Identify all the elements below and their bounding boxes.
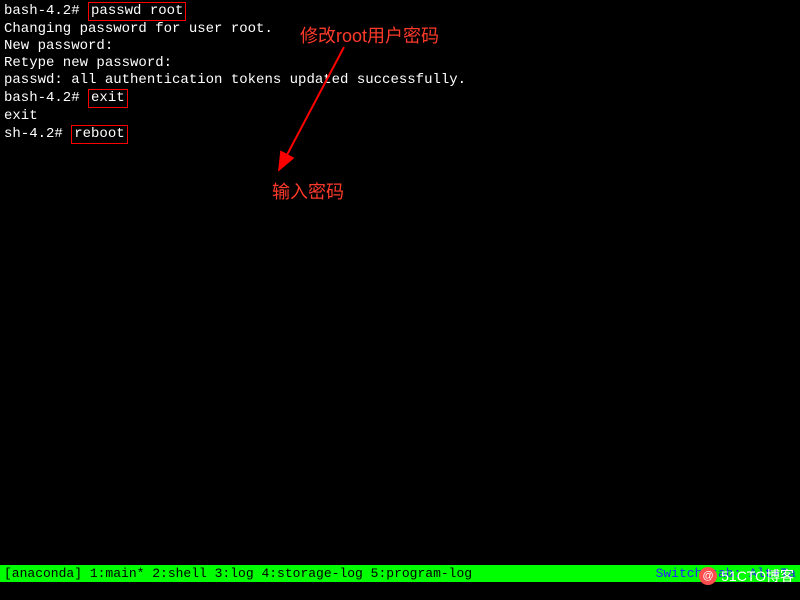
watermark-icon: @: [699, 567, 717, 585]
watermark: @ 51CTO博客: [699, 566, 794, 586]
watermark-text: 51CTO博客: [721, 566, 794, 586]
terminal-line: bash-4.2# passwd root: [4, 2, 796, 21]
terminal-line: bash-4.2# exit: [4, 89, 796, 108]
annotation-label: 输入密码: [272, 178, 344, 204]
terminal-line: sh-4.2# reboot: [4, 125, 796, 144]
command-highlight: passwd root: [88, 2, 186, 21]
shell-prompt: bash-4.2#: [4, 90, 88, 107]
tmux-status-bar: [anaconda] 1:main* 2:shell 3:log 4:stora…: [0, 565, 800, 582]
shell-prompt: sh-4.2#: [4, 126, 71, 143]
command-highlight: reboot: [71, 125, 127, 144]
status-left: [anaconda] 1:main* 2:shell 3:log 4:stora…: [4, 566, 472, 581]
command-highlight: exit: [88, 89, 128, 108]
shell-prompt: bash-4.2#: [4, 3, 88, 20]
terminal-line: exit: [4, 108, 796, 125]
terminal-line: Retype new password:: [4, 55, 796, 72]
annotation-label: 修改root用户密码: [300, 22, 439, 48]
terminal-line: passwd: all authentication tokens update…: [4, 72, 796, 89]
